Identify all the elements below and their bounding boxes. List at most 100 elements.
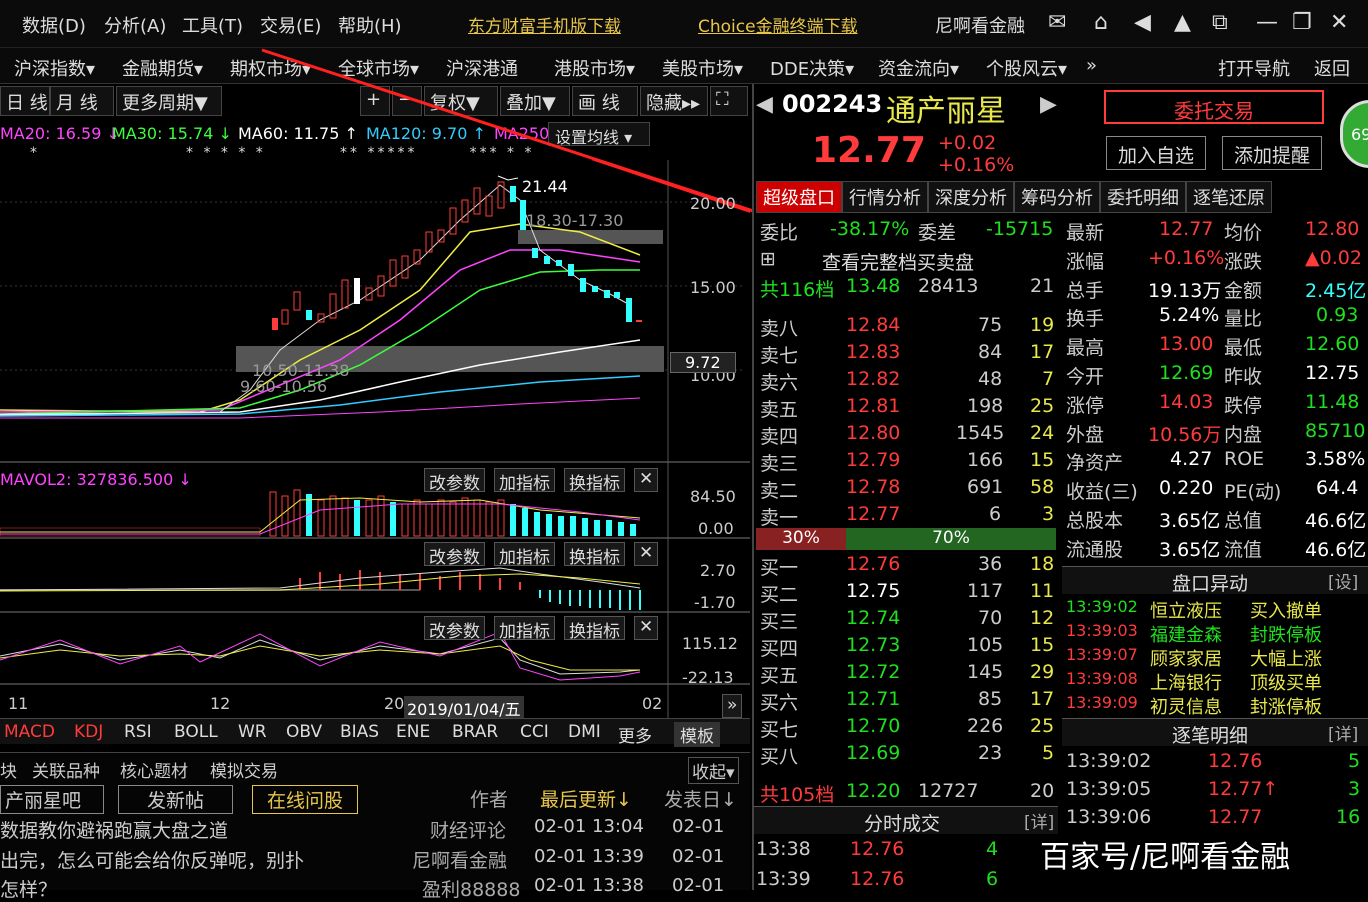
anomaly-time: 13:39:03 <box>1066 621 1138 640</box>
buy-level-price[interactable]: 12.70 <box>846 715 900 737</box>
stat-label: 金额 <box>1224 279 1263 302</box>
post-date-header[interactable]: 发表日↓ <box>664 785 737 812</box>
anomaly-stock[interactable]: 福建金森 <box>1150 621 1222 647</box>
add-alert-button[interactable]: 添加提醒 <box>1222 136 1322 170</box>
macd-swap-indicator-button[interactable]: 换指标 <box>564 542 625 568</box>
tab-rsi[interactable]: RSI <box>124 722 152 742</box>
last-update-header[interactable]: 最后更新↓ <box>540 785 632 812</box>
kdj-close-icon[interactable]: ✕ <box>634 616 659 640</box>
watermark: 百家号/尼啊看金融 <box>1040 840 1291 875</box>
buy-level-label: 买二 <box>760 584 799 606</box>
total-buy-count: 20 <box>1030 780 1055 802</box>
tab-obv[interactable]: OBV <box>286 722 322 742</box>
vol-param-button[interactable]: 改参数 <box>424 468 485 494</box>
sell-level-count: 17 <box>1030 341 1055 363</box>
total-sell-price: 13.48 <box>846 275 901 297</box>
stat-label: 内盘 <box>1224 423 1263 446</box>
collapse-button[interactable]: 收起▾ <box>688 757 739 784</box>
vol-add-indicator-button[interactable]: 加指标 <box>494 468 555 494</box>
fenshi-title: 分时成交 <box>754 806 1058 835</box>
full-orderbook-link[interactable]: 查看完整档买卖盘 <box>822 248 974 275</box>
next-stock-icon[interactable]: ▶ <box>1040 92 1057 117</box>
expand-icon[interactable]: ⊞ <box>760 248 776 270</box>
entrust-trade-button[interactable]: 委托交易 <box>1104 90 1324 124</box>
stat-label: PE(动) <box>1224 481 1282 504</box>
tab-deep-analysis[interactable]: 深度分析 <box>928 181 1014 213</box>
tab-macd[interactable]: MACD <box>4 722 55 742</box>
stat-label: 最低 <box>1224 337 1263 360</box>
buy-level-price[interactable]: 12.73 <box>846 634 900 656</box>
anomaly-stock[interactable]: 初灵信息 <box>1150 693 1222 719</box>
forum-tab-theme[interactable]: 核心题材 <box>120 757 188 782</box>
fenshi-detail-link[interactable]: [详] <box>1024 808 1054 833</box>
x-axis-cursor-date: 2019/01/04/五 <box>404 696 524 720</box>
macd-close-icon[interactable]: ✕ <box>634 542 659 566</box>
tab-chip-analysis[interactable]: 筹码分析 <box>1014 181 1100 213</box>
tab-kdj[interactable]: KDJ <box>74 722 103 742</box>
sell-level-price[interactable]: 12.79 <box>846 449 900 471</box>
sell-level-price[interactable]: 12.81 <box>846 395 900 417</box>
ticks-detail-link[interactable]: [详] <box>1328 720 1358 745</box>
kdj-add-indicator-button[interactable]: 加指标 <box>494 616 555 642</box>
tab-cci[interactable]: CCI <box>520 722 549 742</box>
buy-level-count: 11 <box>1030 580 1055 602</box>
kdj-swap-indicator-button[interactable]: 换指标 <box>564 616 625 642</box>
tab-super-quote[interactable]: 超级盘口 <box>756 181 842 213</box>
kdj-param-button[interactable]: 改参数 <box>424 616 485 642</box>
tab-entrust-detail[interactable]: 委托明细 <box>1100 181 1186 213</box>
sell-level-price[interactable]: 12.83 <box>846 341 900 363</box>
tick-volume: 16 <box>1336 806 1361 828</box>
tab-template[interactable]: 模板 <box>674 722 720 747</box>
stat-label: 涨停 <box>1066 394 1105 417</box>
buy-level-price[interactable]: 12.69 <box>846 742 900 764</box>
buy-level-price[interactable]: 12.72 <box>846 661 900 683</box>
buy-level-price[interactable]: 12.76 <box>846 553 900 575</box>
tab-brar[interactable]: BRAR <box>452 722 498 742</box>
forum-tab-simtrade[interactable]: 模拟交易 <box>210 757 278 782</box>
sell-level-vol: 75 <box>978 314 1003 336</box>
vol-close-icon[interactable]: ✕ <box>634 468 659 492</box>
anomaly-stock[interactable]: 恒立液压 <box>1150 597 1222 623</box>
sell-level-price[interactable]: 12.77 <box>846 503 900 525</box>
tab-more[interactable]: 更多 <box>618 722 652 747</box>
tab-ene[interactable]: ENE <box>396 722 430 742</box>
buy-level-price[interactable]: 12.71 <box>846 688 900 710</box>
macd-axis-lo: -1.70 <box>694 593 736 612</box>
vol-swap-indicator-button[interactable]: 换指标 <box>564 468 625 494</box>
anomaly-stock[interactable]: 顾家家居 <box>1150 645 1222 671</box>
sell-level-price[interactable]: 12.84 <box>846 314 900 336</box>
tab-bias[interactable]: BIAS <box>340 722 379 742</box>
forum-tab-related[interactable]: 关联品种 <box>32 757 100 782</box>
add-favorite-button[interactable]: 加入自选 <box>1106 136 1206 170</box>
stat-label: 总值 <box>1224 510 1263 532</box>
anomaly-stock[interactable]: 上海银行 <box>1150 669 1222 695</box>
tab-tick-restore[interactable]: 逐笔还原 <box>1186 181 1272 213</box>
tab-market-analysis[interactable]: 行情分析 <box>842 181 928 213</box>
prev-stock-icon[interactable]: ◀ <box>756 92 773 117</box>
tick-volume: 5 <box>1348 750 1361 772</box>
ask-online-button[interactable]: 在线问股 <box>252 785 359 814</box>
new-post-button[interactable]: 发新帖 <box>118 785 234 814</box>
sell-level-label: 卖四 <box>760 426 799 448</box>
macd-param-button[interactable]: 改参数 <box>424 542 485 568</box>
buy-level-price[interactable]: 12.74 <box>846 607 900 629</box>
buy-level-price[interactable]: 12.75 <box>846 580 900 602</box>
macd-add-indicator-button[interactable]: 加指标 <box>494 542 555 568</box>
scroll-right-icon[interactable]: » <box>722 694 743 718</box>
buy-level-label: 买六 <box>760 692 799 714</box>
sell-level-count: 19 <box>1030 314 1055 336</box>
tab-boll[interactable]: BOLL <box>174 722 218 742</box>
sell-level-price[interactable]: 12.80 <box>846 422 900 444</box>
stat-value: 12.60 <box>1305 333 1360 356</box>
stat-value: 3.65亿 <box>1159 538 1221 561</box>
stat-label: 跌停 <box>1224 394 1263 417</box>
sell-level-price[interactable]: 12.78 <box>846 476 900 498</box>
buy-level-count: 5 <box>1042 742 1055 764</box>
tab-dmi[interactable]: DMI <box>568 722 601 742</box>
anomaly-settings-link[interactable]: [设] <box>1328 568 1358 593</box>
sell-level-price[interactable]: 12.82 <box>846 368 900 390</box>
weibi-value: -38.17% <box>830 218 910 240</box>
forum-tab-block[interactable]: 块 <box>0 757 17 782</box>
tab-wr[interactable]: WR <box>238 722 267 742</box>
stock-bar-button[interactable]: 产丽星吧 <box>0 785 104 814</box>
